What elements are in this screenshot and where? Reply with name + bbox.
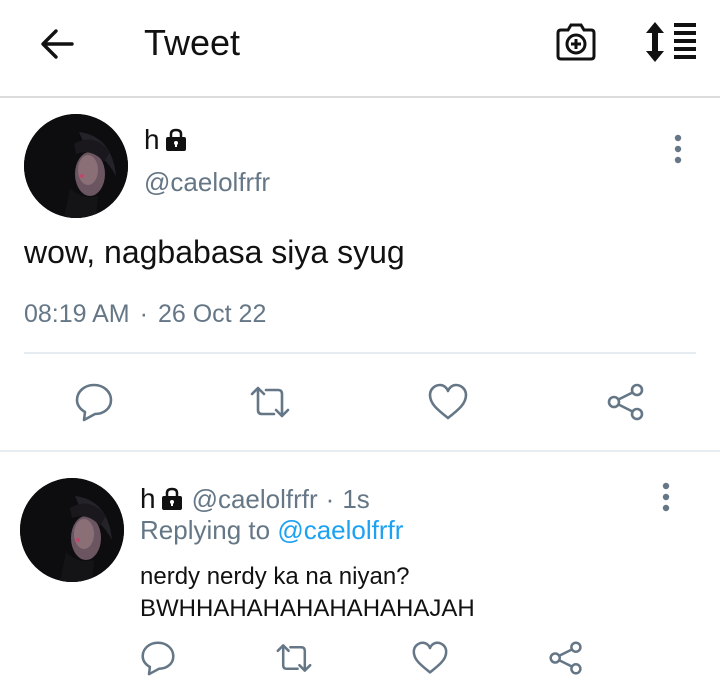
author-name[interactable]: h <box>140 483 156 515</box>
retweet-icon[interactable] <box>250 382 290 422</box>
reply-time: 1s <box>342 483 370 514</box>
page-title: Tweet <box>144 22 241 63</box>
top-app-bar: Tweet <box>0 0 720 98</box>
more-options-icon[interactable] <box>652 482 680 512</box>
lock-icon <box>161 487 182 510</box>
camera-add-icon[interactable] <box>554 20 598 64</box>
tweet-date: 26 Oct 22 <box>157 300 267 328</box>
tweet-timestamp: 08:19 AM · 26 Oct 22 <box>24 300 266 329</box>
avatar[interactable] <box>20 478 124 582</box>
lock-icon <box>165 128 186 151</box>
reply-icon[interactable] <box>74 382 114 422</box>
like-icon[interactable] <box>428 382 468 422</box>
like-icon[interactable] <box>412 640 448 676</box>
more-options-icon[interactable] <box>664 134 692 164</box>
avatar[interactable] <box>24 114 128 218</box>
replying-prefix: Replying to <box>140 515 271 545</box>
reply-icon[interactable] <box>140 640 176 676</box>
author-handle[interactable]: @caelolfrfr <box>144 167 270 198</box>
meta-separator: · <box>325 483 335 514</box>
share-icon[interactable] <box>548 640 584 676</box>
meta-separator: · <box>139 300 148 328</box>
author-name: h <box>144 124 160 155</box>
replying-to-link[interactable]: @caelolfrfr <box>277 515 403 545</box>
author-handle[interactable]: @caelolfrfr <box>192 484 318 515</box>
reply-text: nerdy nerdy ka na niyan? BWHHAHAHAHAHAHA… <box>140 563 475 622</box>
divider <box>24 352 696 354</box>
author-name-row[interactable]: h <box>144 124 188 156</box>
share-icon[interactable] <box>606 382 646 422</box>
tweet-time: 08:19 AM <box>24 300 130 328</box>
sort-icon[interactable] <box>644 20 700 64</box>
back-arrow-icon[interactable] <box>36 24 76 64</box>
retweet-icon[interactable] <box>276 640 312 676</box>
section-divider <box>0 450 720 452</box>
replying-to: Replying to @caelolfrfr <box>140 515 403 546</box>
tweet-text: wow, nagbabasa siya syug <box>24 234 405 270</box>
reply-header: h @caelolfrfr · 1s <box>140 483 370 515</box>
